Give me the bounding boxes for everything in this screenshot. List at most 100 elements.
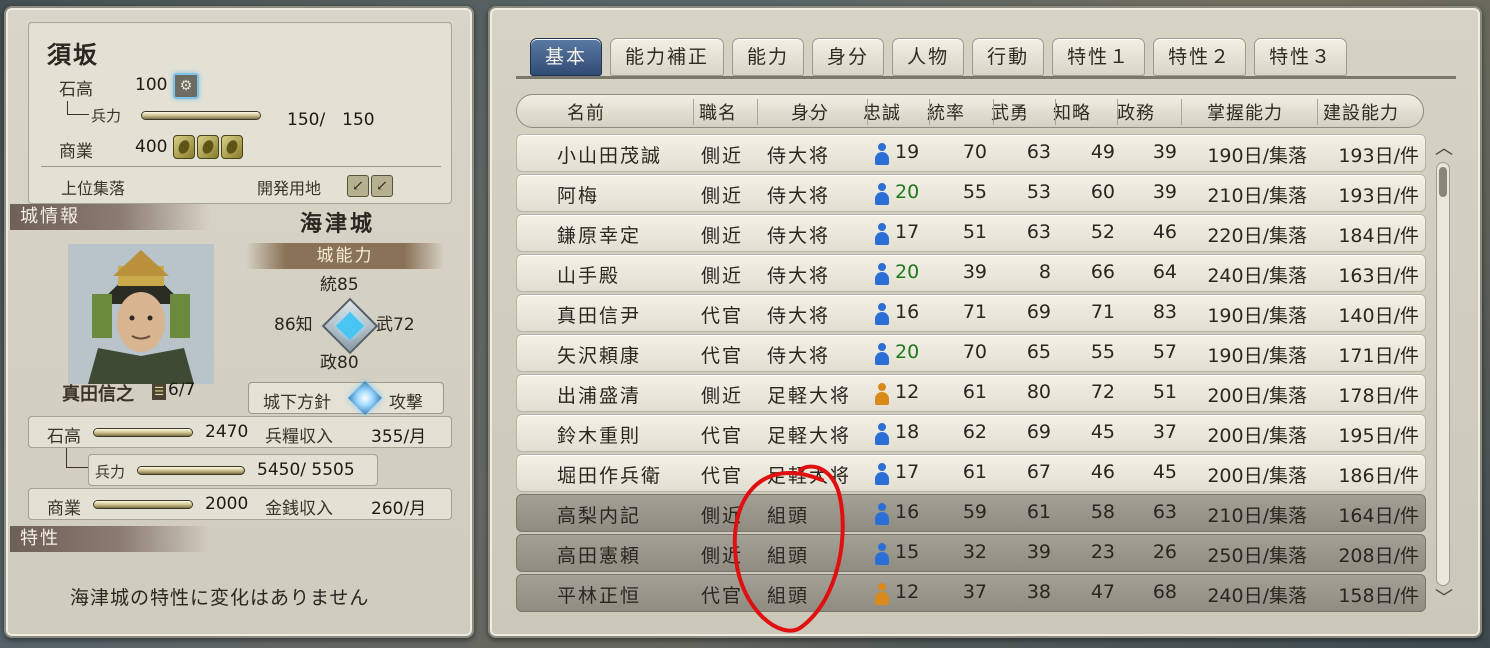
cell-name: 阿梅 <box>557 185 600 207</box>
table-row[interactable]: 山手殿 側近 侍大将 39 8 66 64 240日/集落 163日/件 20 <box>516 254 1426 292</box>
cell-loyalty: 20 <box>895 341 920 363</box>
tab-5[interactable]: 行動 <box>972 38 1045 76</box>
column-header-9[interactable]: 建設能力 <box>1323 99 1399 125</box>
cell-status: 組頭 <box>767 545 810 567</box>
cell-build: 184日/件 <box>1338 225 1419 247</box>
tab-8[interactable]: 特性３ <box>1254 38 1348 76</box>
cell-intel: 47 <box>1090 581 1115 603</box>
person-icon <box>873 423 891 445</box>
family-crest-icon[interactable]: ⚙ <box>173 73 199 99</box>
person-icon-head <box>878 143 886 151</box>
column-header-5[interactable]: 武勇 <box>991 99 1029 125</box>
cell-build: 178日/件 <box>1338 385 1419 407</box>
sickle-icon[interactable]: ↙ <box>347 175 369 197</box>
tab-2[interactable]: 能力 <box>732 38 805 76</box>
cell-loyalty: 18 <box>895 421 920 443</box>
cell-build: 164日/件 <box>1338 505 1419 527</box>
traits-text: 海津城の特性に変化はありません <box>70 587 370 609</box>
castle-kokudaka-bar <box>93 428 193 437</box>
cell-title: 側近 <box>701 185 744 207</box>
person-icon-head <box>878 383 886 391</box>
fief-troops-bar <box>141 111 261 120</box>
table-row[interactable]: 小山田茂誠 側近 侍大将 70 63 49 39 190日/集落 193日/件 19 <box>516 134 1426 172</box>
person-icon <box>873 543 891 565</box>
person-icon-body <box>875 552 889 565</box>
tab-4[interactable]: 人物 <box>892 38 965 76</box>
table-row[interactable]: 矢沢頼康 代官 侍大将 70 65 55 57 190日/集落 171日/件 20 <box>516 334 1426 372</box>
scroll-thumb[interactable] <box>1439 167 1447 197</box>
tab-1[interactable]: 能力補正 <box>610 38 725 76</box>
column-header-0[interactable]: 名前 <box>567 99 605 125</box>
castle-commerce-value: 2000 <box>205 494 249 514</box>
person-icon <box>873 503 891 525</box>
tab-7[interactable]: 特性２ <box>1153 38 1247 76</box>
person-icon-body <box>875 432 889 445</box>
cell-build: 193日/件 <box>1338 185 1419 207</box>
scroll-track[interactable] <box>1436 162 1450 586</box>
person-icon-head <box>878 263 886 271</box>
table-row[interactable]: 堀田作兵衛 代官 足軽大将 61 67 46 45 200日/集落 186日/件 17 <box>516 454 1426 492</box>
stat-chi: 86知 <box>274 310 313 335</box>
cell-admin: 39 <box>1152 181 1177 203</box>
stat-bu-label: 武 <box>376 315 393 335</box>
table-row[interactable]: 鎌原幸定 側近 侍大将 51 63 52 46 220日/集落 184日/件 17 <box>516 214 1426 252</box>
scrollbar[interactable]: ︿ ﹀ <box>1432 138 1456 610</box>
person-icon-head <box>878 303 886 311</box>
person-icon-body <box>875 152 889 165</box>
column-header-1[interactable]: 職名 <box>699 99 737 125</box>
column-header-7[interactable]: 政務 <box>1117 99 1155 125</box>
cell-lead: 61 <box>962 381 987 403</box>
column-header-4[interactable]: 統率 <box>927 99 965 125</box>
cell-lead: 51 <box>962 221 987 243</box>
person-icon <box>873 463 891 485</box>
cell-title: 代官 <box>701 425 744 447</box>
cell-loyalty: 19 <box>895 141 920 163</box>
person-icon <box>873 303 891 325</box>
table-row[interactable]: 真田信尹 代官 侍大将 71 69 71 83 190日/集落 140日/件 16 <box>516 294 1426 332</box>
chevron-up-icon[interactable]: ︿ <box>1432 138 1456 160</box>
tab-0[interactable]: 基本 <box>530 38 603 76</box>
table-row[interactable]: 鈴木重則 代官 足軽大将 62 69 45 37 200日/集落 195日/件 18 <box>516 414 1426 452</box>
tree-connector <box>66 448 88 468</box>
retainer-list-panel: 基本 能力補正 能力 身分 人物 行動 特性１ 特性２ 特性３ 名前 職名 身分忠誠 統率 武勇 知略 政務… <box>488 6 1482 638</box>
table-row[interactable]: 阿梅 側近 侍大将 55 53 60 39 210日/集落 193日/件 20 <box>516 174 1426 212</box>
lord-name[interactable]: 真田信之 <box>62 380 134 406</box>
table-row[interactable]: 平林正恒 代官 組頭 37 38 47 68 240日/集落 158日/件 12 <box>516 574 1426 612</box>
table-row[interactable]: 高梨内記 側近 組頭 59 61 58 63 210日/集落 164日/件 16 <box>516 494 1426 532</box>
cell-admin: 63 <box>1152 501 1177 523</box>
lord-portrait[interactable] <box>68 244 214 384</box>
column-header-8[interactable]: 掌握能力 <box>1207 99 1283 125</box>
cell-status: 足軽大将 <box>767 465 852 487</box>
cell-name: 高梨内記 <box>557 505 642 527</box>
cell-valor: 8 <box>1038 261 1051 283</box>
table-row[interactable]: 高田憲頼 側近 組頭 32 39 23 26 250日/集落 208日/件 15 <box>516 534 1426 572</box>
cell-loyalty: 15 <box>895 541 920 563</box>
tab-bar: 基本 能力補正 能力 身分 人物 行動 特性１ 特性２ 特性３ <box>530 38 1348 78</box>
sickle-icon[interactable]: ↙ <box>371 175 393 197</box>
tab-3[interactable]: 身分 <box>812 38 885 76</box>
cell-build: 193日/件 <box>1338 145 1419 167</box>
tab-6[interactable]: 特性１ <box>1052 38 1146 76</box>
cell-build: 208日/件 <box>1338 545 1419 567</box>
cell-intel: 55 <box>1090 341 1115 363</box>
cell-title: 側近 <box>701 145 744 167</box>
cell-valor: 67 <box>1026 461 1051 483</box>
column-header-6[interactable]: 知略 <box>1053 99 1091 125</box>
food-income-value: 355/月 <box>371 427 427 447</box>
castle-ability-header: 城能力 <box>246 243 444 269</box>
castle-policy[interactable]: 城下方針 攻撃 <box>248 381 444 415</box>
stat-bu: 武72 <box>376 310 415 335</box>
policy-label: 城下方針 <box>263 393 331 413</box>
table-row[interactable]: 出浦盛清 側近 足軽大将 61 80 72 51 200日/集落 178日/件 12 <box>516 374 1426 412</box>
cell-name: 山手殿 <box>557 265 621 287</box>
column-header-3[interactable]: 忠誠 <box>863 99 901 125</box>
person-icon-body <box>875 392 889 405</box>
person-icon <box>873 223 891 245</box>
gold-income-value: 260/月 <box>371 499 427 519</box>
cell-admin: 37 <box>1152 421 1177 443</box>
cell-build: 195日/件 <box>1338 425 1419 447</box>
chevron-down-icon[interactable]: ﹀ <box>1432 588 1456 610</box>
person-icon-head <box>878 503 886 511</box>
cell-intel: 52 <box>1090 221 1115 243</box>
cell-admin: 51 <box>1152 381 1177 403</box>
